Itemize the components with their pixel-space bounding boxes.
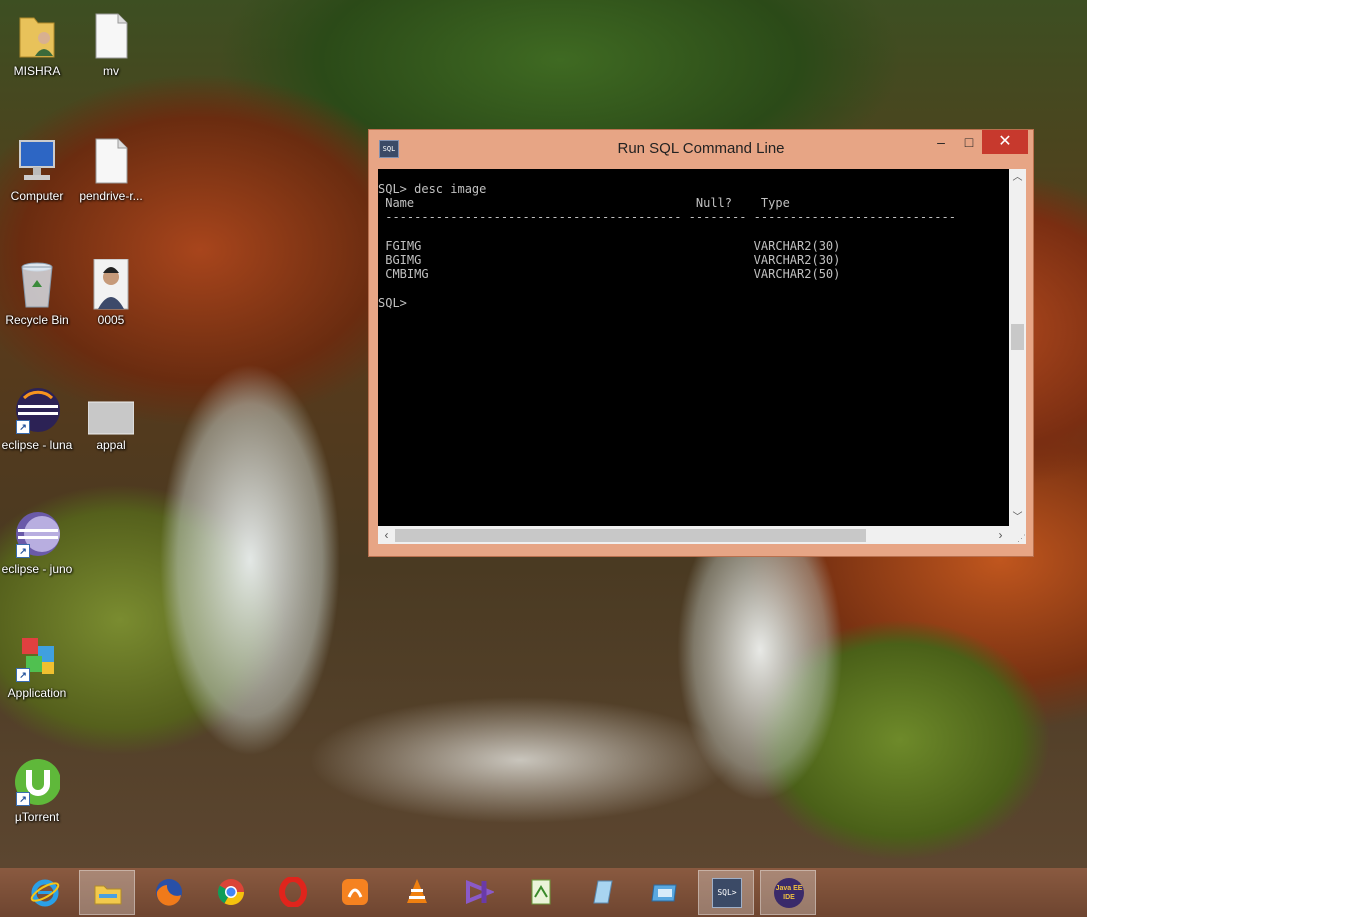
- sql-command-line-window[interactable]: SQL Run SQL Command Line – □ ✕ SQL> desc…: [368, 129, 1034, 557]
- vertical-scrollbar[interactable]: ︿ ﹀: [1009, 169, 1026, 526]
- taskbar-vlc[interactable]: [389, 870, 445, 915]
- desktop-icon-label: Computer: [10, 189, 64, 203]
- desktop-icon-label: pendrive-r...: [79, 189, 143, 203]
- horizontal-scroll-thumb[interactable]: [395, 529, 866, 542]
- window-titlebar[interactable]: SQL Run SQL Command Line – □ ✕: [369, 130, 1033, 166]
- desktop-icon-mishra[interactable]: MISHRA: [0, 10, 74, 78]
- desktop-icon-label: Application: [7, 686, 67, 700]
- desktop-icon-0005[interactable]: 0005: [74, 258, 148, 327]
- desktop-icon-utorrent[interactable]: ↗ µTorrent: [0, 756, 74, 824]
- shortcut-arrow-icon: ↗: [16, 792, 30, 806]
- desktop-icon-appal[interactable]: appal: [74, 384, 148, 452]
- desktop-icon-label: mv: [103, 64, 119, 78]
- desktop-icon-label: eclipse - juno: [1, 562, 73, 576]
- eclipse-icon: ↗: [14, 384, 60, 434]
- scroll-down-icon[interactable]: ﹀: [1009, 509, 1026, 526]
- taskbar: SQL> Java EE IDE: [0, 868, 1087, 917]
- java-ee-ide-icon-text: Java EE IDE: [775, 885, 803, 901]
- desktop: MISHRA mv Computer pendrive-r... Recycle…: [0, 0, 1087, 868]
- taskbar-run-sql-command-line[interactable]: SQL>: [698, 870, 754, 915]
- scroll-left-icon[interactable]: ‹: [378, 526, 395, 544]
- shortcut-arrow-icon: ↗: [16, 420, 30, 434]
- computer-icon: [14, 135, 60, 185]
- vertical-scroll-thumb[interactable]: [1011, 324, 1024, 350]
- desktop-icon-recycle-bin[interactable]: Recycle Bin: [0, 259, 74, 327]
- taskbar-internet-explorer[interactable]: [17, 870, 73, 915]
- horizontal-scrollbar[interactable]: ‹ ›: [378, 526, 1009, 544]
- desktop-icon-label: eclipse - luna: [1, 438, 73, 452]
- desktop-icon-application[interactable]: ↗ Application: [0, 632, 74, 700]
- close-button[interactable]: ✕: [982, 130, 1028, 154]
- recycle-bin-icon: [14, 259, 60, 309]
- taskbar-remote-desktop[interactable]: [637, 870, 693, 915]
- sql-command-line-icon: SQL>: [712, 878, 742, 908]
- taskbar-notepad[interactable]: [575, 870, 631, 915]
- taskbar-uc-browser[interactable]: [327, 870, 383, 915]
- text-file-icon: [88, 10, 134, 60]
- scroll-right-icon[interactable]: ›: [992, 526, 1009, 544]
- text-file-icon: [88, 135, 134, 185]
- taskbar-java-ee-ide[interactable]: Java EE IDE: [760, 870, 816, 915]
- taskbar-file-explorer[interactable]: [79, 870, 135, 915]
- application-icon: ↗: [14, 632, 60, 682]
- eclipse-icon: ↗: [14, 508, 60, 558]
- desktop-icon-label: appal: [96, 438, 126, 452]
- console-output[interactable]: SQL> desc image Name Null? Type --------…: [378, 169, 1009, 526]
- user-folder-icon: [14, 10, 60, 60]
- utorrent-icon: ↗: [14, 756, 61, 806]
- desktop-icon-label: 0005: [97, 313, 125, 327]
- desktop-icon-pendrive[interactable]: pendrive-r...: [74, 135, 148, 203]
- chrome-icon: [217, 879, 245, 906]
- desktop-icon-eclipse-luna[interactable]: ↗ eclipse - luna: [0, 384, 74, 452]
- scroll-up-icon[interactable]: ︿: [1009, 169, 1026, 186]
- visual-studio-icon: [466, 880, 494, 904]
- vlc-icon: [407, 879, 427, 903]
- taskbar-notepad-plus-plus[interactable]: [513, 870, 569, 915]
- taskbar-firefox[interactable]: [141, 870, 197, 915]
- notepad-plus-plus-icon: [531, 879, 551, 905]
- opera-icon: [279, 877, 307, 907]
- desktop-icon-eclipse-juno[interactable]: ↗ eclipse - juno: [0, 508, 74, 576]
- maximize-button[interactable]: □: [954, 130, 984, 154]
- desktop-icon-mv[interactable]: mv: [74, 10, 148, 78]
- folder-icon: [94, 885, 122, 905]
- photo-icon: [88, 258, 134, 310]
- console-text: SQL> desc image Name Null? Type --------…: [378, 182, 956, 310]
- internet-explorer-icon: [30, 879, 60, 907]
- notepad-icon: [593, 880, 613, 904]
- desktop-icon-label: Recycle Bin: [5, 313, 69, 327]
- sql-taskbar-icon-text: SQL>: [717, 888, 737, 897]
- image-file-icon: [87, 384, 135, 435]
- uc-browser-icon: [342, 879, 368, 905]
- desktop-icon-label: MISHRA: [13, 64, 61, 78]
- taskbar-chrome[interactable]: [203, 870, 259, 915]
- remote-desktop-icon: [651, 884, 677, 902]
- taskbar-opera[interactable]: [265, 870, 321, 915]
- resize-grip-icon[interactable]: ⋰: [1009, 526, 1026, 544]
- minimize-button[interactable]: –: [926, 130, 956, 154]
- shortcut-arrow-icon: ↗: [16, 668, 30, 682]
- shortcut-arrow-icon: ↗: [16, 544, 30, 558]
- desktop-icon-computer[interactable]: Computer: [0, 135, 74, 203]
- taskbar-visual-studio[interactable]: [451, 870, 507, 915]
- java-ee-ide-icon: Java EE IDE: [774, 878, 804, 908]
- desktop-icon-label: µTorrent: [14, 810, 60, 824]
- firefox-icon: [156, 879, 182, 906]
